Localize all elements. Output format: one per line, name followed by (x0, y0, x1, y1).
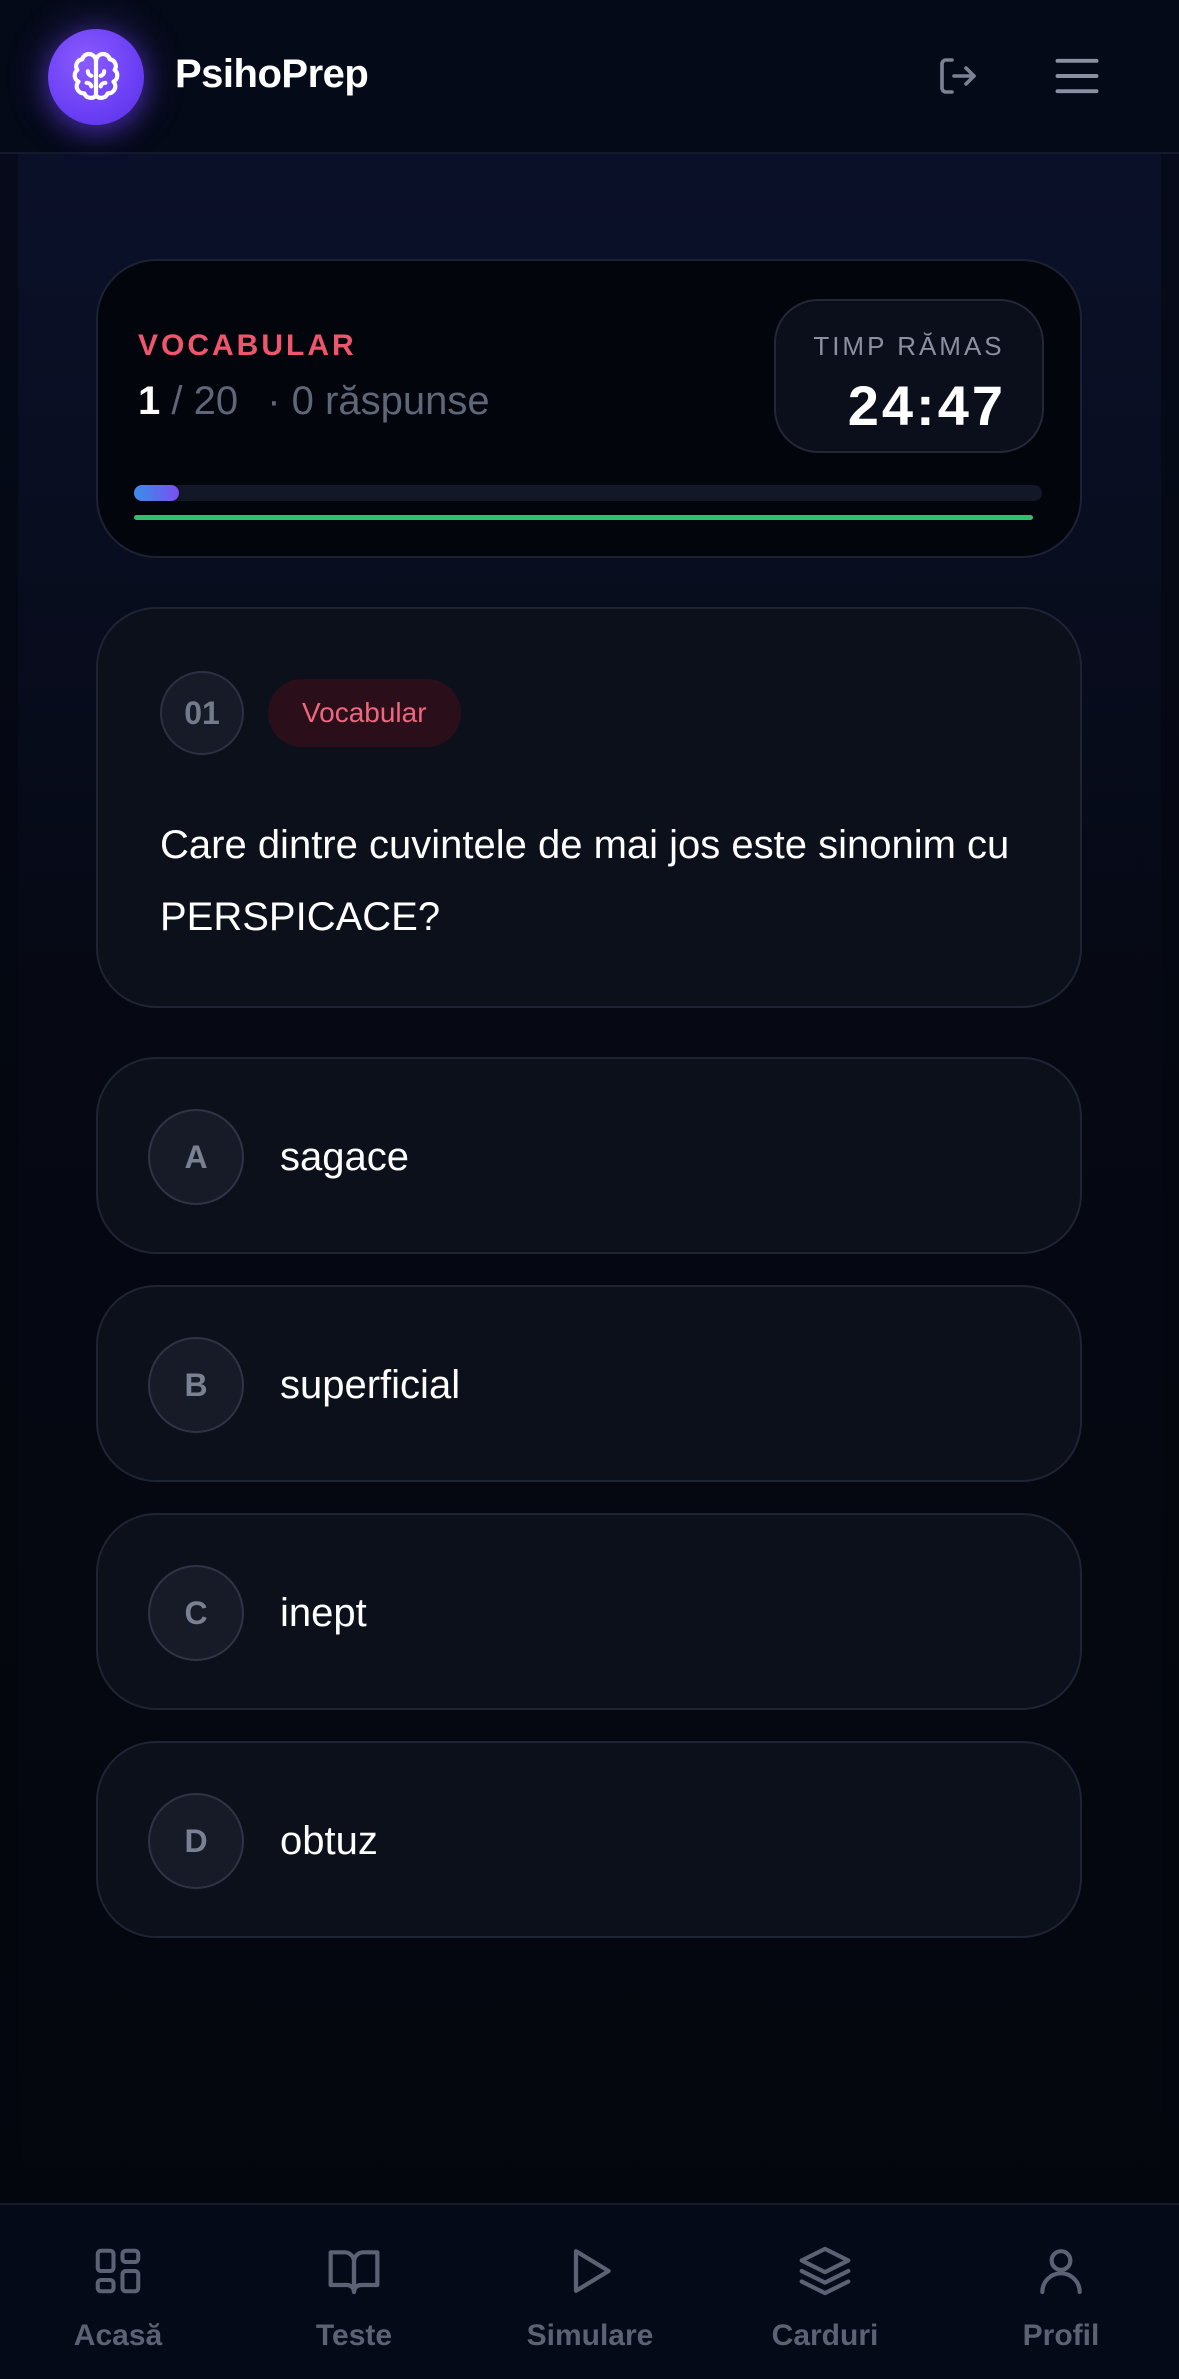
nav-label: Teste (315, 2319, 393, 2352)
question-text: Care dintre cuvintele de mai jos este si… (160, 823, 1010, 939)
progress-bar-track (134, 485, 1042, 501)
answer-option-d[interactable]: D obtuz (96, 1741, 1082, 1938)
total-questions: 20 (193, 379, 239, 423)
option-text: sagace (280, 1135, 409, 1179)
category-label: VOCABULAR (138, 329, 357, 362)
quiz-status-card: VOCABULAR 1 / 20 · 0 răspunse TIMP RĂMAS… (96, 259, 1082, 558)
progress-separator: / (171, 379, 183, 423)
nav-label: Acasă (73, 2319, 163, 2352)
brain-icon[interactable] (48, 29, 144, 125)
answer-option-b[interactable]: B superficial (96, 1285, 1082, 1482)
question-card: 01 Vocabular Care dintre cuvintele de ma… (96, 607, 1082, 1008)
nav-label: Carduri (771, 2319, 879, 2352)
option-letter: D (148, 1793, 244, 1889)
app-root: PsihoPrep VOCABULAR 1 / 20 · 0 răspunse … (0, 0, 1179, 2379)
nav-item-profil[interactable]: Profil (943, 2205, 1179, 2379)
timer-box: TIMP RĂMAS 24:47 (774, 299, 1044, 453)
option-letter: A (148, 1109, 244, 1205)
question-number-badge: 01 (160, 671, 244, 755)
progress-bar-fill (134, 485, 179, 501)
brand-name: PsihoPrep (175, 52, 369, 96)
book-icon (236, 2243, 472, 2299)
option-text: inept (280, 1591, 367, 1635)
option-letter: C (148, 1565, 244, 1661)
nav-label: Profil (1022, 2319, 1100, 2352)
timer-value: 24:47 (847, 374, 1006, 437)
time-remaining-bar (134, 515, 1033, 520)
option-letter: B (148, 1337, 244, 1433)
option-text: obtuz (280, 1819, 378, 1863)
answered-count: · 0 răspunse (267, 379, 490, 423)
nav-item-carduri[interactable]: Carduri (707, 2205, 943, 2379)
question-progress: 1 / 20 · 0 răspunse (138, 379, 490, 424)
bottom-navigation: Acasă Teste Simulare Carduri Profil (0, 2203, 1179, 2379)
layers-icon (707, 2243, 943, 2299)
nav-item-simulare[interactable]: Simulare (472, 2205, 708, 2379)
answer-option-a[interactable]: A sagace (96, 1057, 1082, 1254)
current-question-number: 1 (138, 379, 161, 423)
hamburger-menu-icon[interactable] (1049, 48, 1105, 104)
question-category-tag: Vocabular (268, 679, 461, 747)
play-icon (472, 2243, 708, 2299)
logout-icon[interactable] (930, 48, 986, 104)
grid-icon (0, 2243, 236, 2299)
user-icon (943, 2243, 1179, 2299)
option-text: superficial (280, 1363, 461, 1407)
nav-item-teste[interactable]: Teste (236, 2205, 472, 2379)
timer-label: TIMP RĂMAS (813, 331, 1005, 361)
app-header: PsihoPrep (0, 0, 1179, 154)
nav-label: Simulare (526, 2319, 654, 2352)
nav-item-acasa[interactable]: Acasă (0, 2205, 236, 2379)
answer-option-c[interactable]: C inept (96, 1513, 1082, 1710)
